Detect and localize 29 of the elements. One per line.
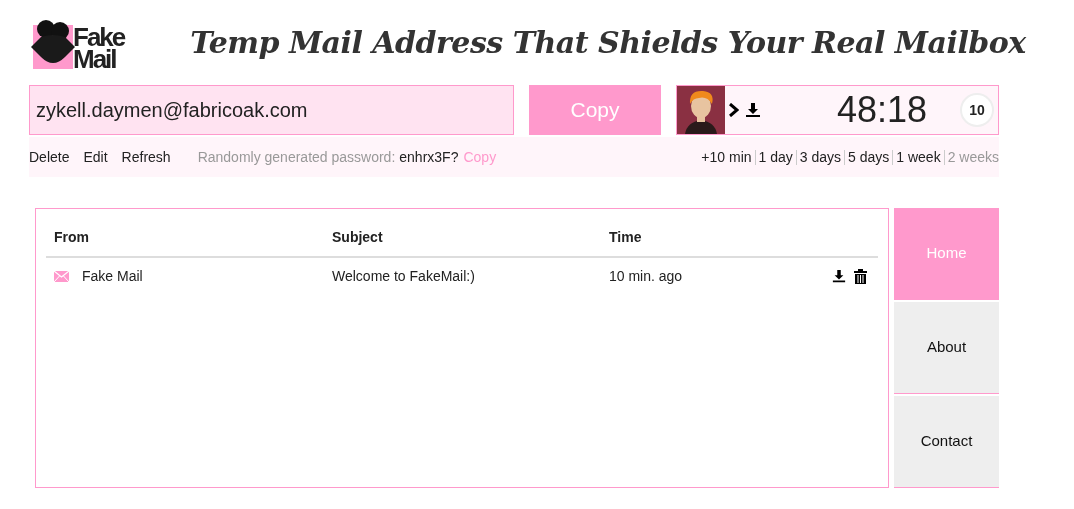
password-label: Randomly generated password: xyxy=(197,147,396,167)
trash-icon[interactable] xyxy=(854,268,867,284)
action-link[interactable]: Edit xyxy=(83,146,108,168)
sender-cell[interactable]: Fake Mail xyxy=(82,265,143,287)
extend-option[interactable]: 1 week xyxy=(896,146,941,168)
column-header: Subject xyxy=(332,228,384,247)
logo-text: Mail xyxy=(73,48,116,71)
avatar[interactable] xyxy=(677,86,725,134)
extend-option[interactable]: 3 days xyxy=(799,146,842,168)
nav-item[interactable]: Contact xyxy=(894,396,999,488)
email-field[interactable]: zykell.daymen@fabricoak.com xyxy=(29,85,514,135)
envelope-icon xyxy=(54,270,69,282)
logo-text: Fake xyxy=(73,26,125,49)
time-cell-text: 10 min. ago xyxy=(609,266,683,286)
extend-option[interactable]: 1 day xyxy=(758,146,793,168)
subject-cell[interactable]: Welcome to FakeMail:) xyxy=(332,265,609,287)
download-icon[interactable] xyxy=(745,102,761,118)
action-link[interactable]: Refresh xyxy=(121,146,171,168)
action-link[interactable]: Delete xyxy=(29,146,70,168)
column-header: From xyxy=(54,228,90,247)
column-header: Time xyxy=(609,228,643,247)
extend-option[interactable]: +10 min xyxy=(701,146,752,168)
headline: Temp Mail Address That Shields Your Real Mailbox xyxy=(190,24,1026,62)
nav-item[interactable]: About xyxy=(894,302,999,394)
password-value: enhrx3F? xyxy=(399,147,459,167)
countdown-timer: 48:18 xyxy=(837,88,928,132)
download-icon[interactable] xyxy=(832,269,846,283)
extend-option[interactable]: 5 days xyxy=(848,146,890,168)
chevron-right-icon[interactable] xyxy=(729,103,739,117)
